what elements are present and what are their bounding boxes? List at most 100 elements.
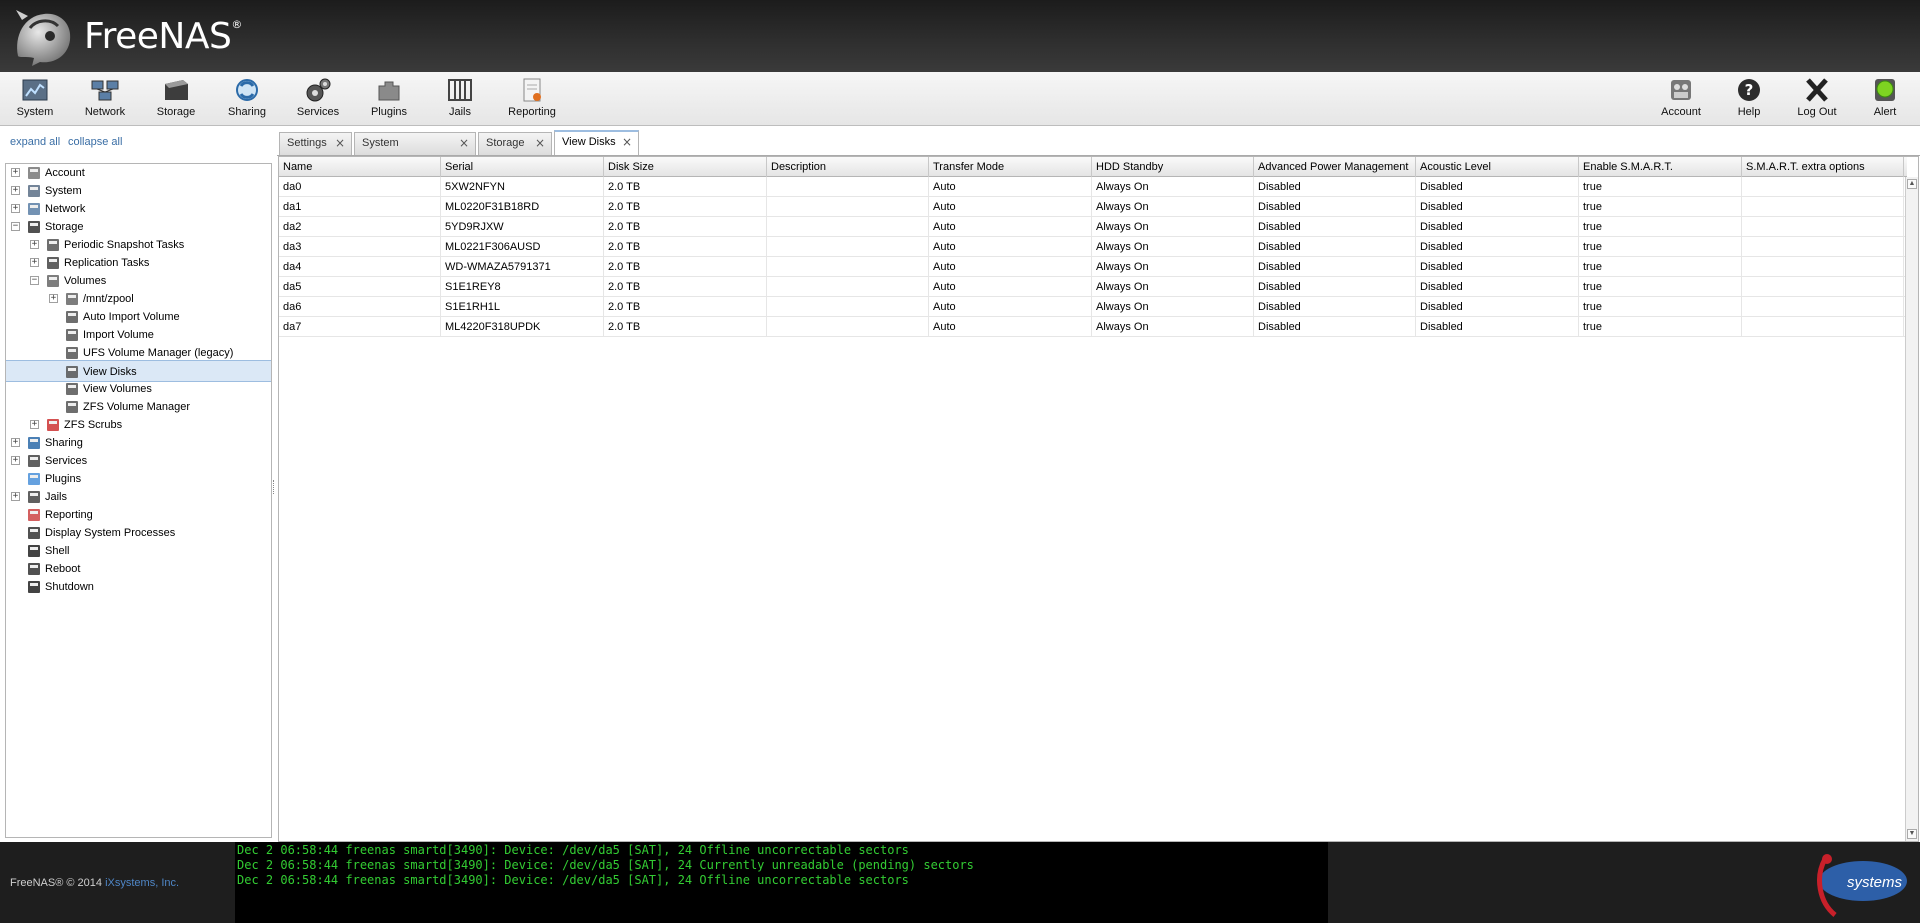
plugins-icon: [26, 471, 42, 487]
table-cell: da3: [279, 237, 441, 257]
table-cell: 2.0 TB: [604, 217, 767, 237]
table-cell: da1: [279, 197, 441, 217]
toolbar-help-button[interactable]: ? Help: [1714, 76, 1784, 124]
toolbar-plugins-button[interactable]: Plugins: [354, 76, 424, 124]
toolbar-label: Account: [1661, 106, 1701, 118]
vertical-scrollbar[interactable]: ▲ ▼: [1905, 177, 1918, 841]
footer: FreeNAS® © 2014 iXsystems, Inc. Dec 2 06…: [0, 842, 1920, 923]
column-header-hdd-standby[interactable]: HDD Standby: [1092, 157, 1254, 177]
collapse-icon[interactable]: −: [11, 222, 20, 231]
toolbar-storage-button[interactable]: Storage: [141, 76, 211, 124]
scroll-down-icon[interactable]: ▼: [1907, 829, 1917, 839]
toolbar-reporting-button[interactable]: Reporting: [497, 76, 567, 124]
table-row[interactable]: da3 ML0221F306AUSD 2.0 TB Auto Always On Disa…: [279, 237, 1905, 257]
table-row[interactable]: da2 5YD9RJXW 2.0 TB Auto Always On Disabled Di…: [279, 217, 1905, 237]
table-cell: Disabled: [1254, 257, 1416, 277]
collapse-icon[interactable]: −: [30, 276, 39, 285]
expand-icon[interactable]: +: [30, 258, 39, 267]
table-cell: Disabled: [1254, 177, 1416, 197]
expand-icon[interactable]: +: [30, 420, 39, 429]
freenas-logo-icon: [16, 10, 71, 67]
table-cell: [1742, 297, 1904, 317]
table-cell: Always On: [1092, 277, 1254, 297]
services-icon: [306, 78, 331, 102]
column-header-s-m-a-r-t-extra-options[interactable]: S.M.A.R.T. extra options: [1742, 157, 1904, 177]
close-icon[interactable]: ×: [335, 133, 345, 154]
collapse-all-link[interactable]: collapse all: [68, 136, 122, 148]
shutdown-icon: [26, 579, 42, 595]
toolbar-system-button[interactable]: System: [0, 76, 70, 124]
tab-label: Storage: [486, 137, 525, 149]
expand-icon[interactable]: +: [11, 438, 20, 447]
expand-icon[interactable]: +: [11, 492, 20, 501]
table-cell: Auto: [929, 317, 1092, 337]
tab-storage[interactable]: Storage ×: [478, 132, 552, 155]
console-log: Dec 2 06:58:44 freenas smartd[3490]: Dev…: [235, 842, 1328, 923]
table-cell: 2.0 TB: [604, 257, 767, 277]
table-cell: ML0221F306AUSD: [441, 237, 604, 257]
column-header-description[interactable]: Description: [767, 157, 929, 177]
table-row[interactable]: da0 5XW2NFYN 2.0 TB Auto Always On Disabled Di…: [279, 177, 1905, 197]
table-cell: [767, 297, 929, 317]
sharing-icon: [236, 79, 258, 101]
volumes-icon: [45, 273, 61, 289]
snapshot-icon: [45, 237, 61, 253]
expand-icon[interactable]: +: [11, 456, 20, 465]
expand-all-link[interactable]: expand all: [10, 136, 60, 148]
expand-icon[interactable]: +: [11, 186, 20, 195]
table-row[interactable]: da7 ML4220F318UPDK 2.0 TB Auto Always On Disa…: [279, 317, 1905, 337]
table-cell: Auto: [929, 257, 1092, 277]
table-cell: [1742, 197, 1904, 217]
toolbar-services-button[interactable]: Services: [283, 76, 353, 124]
table-cell: Disabled: [1416, 197, 1579, 217]
toolbar-logout-button[interactable]: Log Out: [1782, 76, 1852, 124]
table-row[interactable]: da1 ML0220F31B18RD 2.0 TB Auto Always On Disa…: [279, 197, 1905, 217]
navigation-tree: + Account + System + Network − Storage + Periodic…: [5, 163, 272, 838]
scroll-up-icon[interactable]: ▲: [1907, 179, 1917, 189]
toolbar-alert-button[interactable]: Alert: [1850, 76, 1920, 124]
pane-splitter[interactable]: [272, 130, 277, 840]
column-header-name[interactable]: Name: [279, 157, 441, 177]
reporting-icon: [26, 507, 42, 523]
tab-system-information[interactable]: System Information×: [354, 132, 476, 170]
table-cell: [767, 177, 929, 197]
close-icon[interactable]: ×: [459, 133, 469, 154]
tree-item-shutdown[interactable]: Shutdown: [6, 576, 271, 598]
console-line: Dec 2 06:58:44 freenas smartd[3490]: Dev…: [237, 873, 909, 887]
table-cell: [767, 197, 929, 217]
table-row[interactable]: da6 S1E1RH1L 2.0 TB Auto Always On Disabled Di…: [279, 297, 1905, 317]
toolbar-network-button[interactable]: Network: [70, 76, 140, 124]
copyright-label: FreeNAS® © 2014: [10, 877, 106, 889]
toolbar-sharing-button[interactable]: Sharing: [212, 76, 282, 124]
toolbar-label: Help: [1737, 106, 1761, 118]
auto-import-icon: [64, 309, 80, 325]
column-header-enable-s-m-a-r-t[interactable]: Enable S.M.A.R.T.: [1579, 157, 1742, 177]
expand-icon[interactable]: +: [11, 204, 20, 213]
toolbar-label: Reporting: [508, 106, 556, 118]
toolbar-account-button[interactable]: Account: [1646, 76, 1716, 124]
table-row[interactable]: da5 S1E1REY8 2.0 TB Auto Always On Disabled Di…: [279, 277, 1905, 297]
close-icon[interactable]: ×: [535, 133, 545, 154]
expand-icon[interactable]: +: [30, 240, 39, 249]
column-header-acoustic-level[interactable]: Acoustic Level: [1416, 157, 1579, 177]
table-row[interactable]: da4 WD-WMAZA5791371 2.0 TB Auto Always On Dis…: [279, 257, 1905, 277]
table-cell: true: [1579, 317, 1742, 337]
expand-icon[interactable]: +: [49, 294, 58, 303]
company-link[interactable]: iXsystems, Inc.: [105, 877, 179, 889]
tab-settings[interactable]: Settings ×: [279, 132, 352, 155]
column-header-transfer-mode[interactable]: Transfer Mode: [929, 157, 1092, 177]
volume-manager-icon: [64, 345, 80, 361]
tab-label: View Disks: [562, 136, 616, 148]
expand-icon[interactable]: +: [11, 168, 20, 177]
column-header-advanced-power-management[interactable]: Advanced Power Management: [1254, 157, 1416, 177]
column-header-serial[interactable]: Serial: [441, 157, 604, 177]
column-header-disk-size[interactable]: Disk Size: [604, 157, 767, 177]
toolbar-jails-button[interactable]: Jails: [425, 76, 495, 124]
help-icon: ?: [1738, 79, 1760, 101]
copyright-text: FreeNAS® © 2014 iXsystems, Inc.: [10, 877, 179, 889]
disks-grid: Name Serial Disk Size Description Transfer M…: [278, 156, 1919, 842]
table-cell: da4: [279, 257, 441, 277]
table-cell: 2.0 TB: [604, 237, 767, 257]
close-icon[interactable]: ×: [622, 132, 632, 153]
tab-view-disks[interactable]: View Disks ×: [554, 130, 639, 155]
